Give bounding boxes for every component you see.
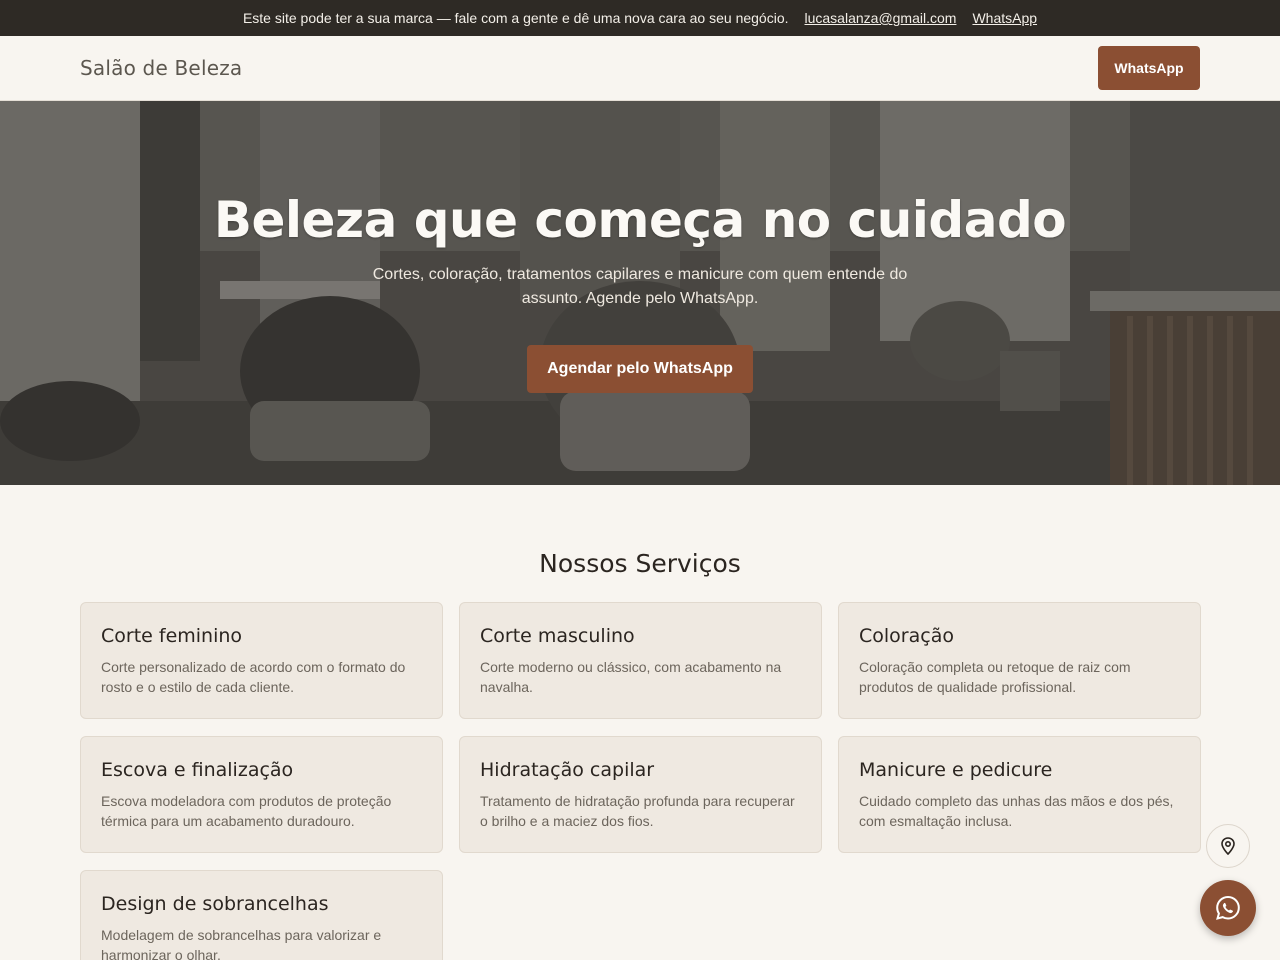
- site-header: Salão de Beleza WhatsApp: [0, 36, 1280, 101]
- service-title: Escova e finalização: [101, 759, 294, 781]
- service-card: Escova e finalização Escova modeladora c…: [80, 736, 443, 853]
- services-grid: Corte feminino Corte personalizado de ac…: [80, 602, 1201, 960]
- hero-section: Beleza que começa no cuidado Cortes, col…: [0, 101, 1280, 485]
- service-card: Hidratação capilar Tratamento de hidrata…: [459, 736, 822, 853]
- service-description: Tratamento de hidratação profunda para r…: [480, 793, 795, 829]
- service-card: Corte feminino Corte personalizado de ac…: [80, 602, 443, 719]
- service-description: Corte moderno ou clássico, com acabament…: [480, 659, 782, 695]
- announcement-bar: Este site pode ter a sua marca — fale co…: [0, 0, 1280, 36]
- service-description: Corte personalizado de acordo com o form…: [101, 659, 406, 695]
- service-card: Design de sobrancelhas Modelagem de sobr…: [80, 870, 443, 960]
- services-heading: Nossos Serviços: [539, 549, 741, 578]
- service-title: Hidratação capilar: [480, 759, 655, 781]
- location-button[interactable]: [1206, 824, 1250, 868]
- brand-name[interactable]: Salão de Beleza: [80, 56, 242, 80]
- services-section: Nossos Serviços Corte feminino Corte per…: [0, 549, 1280, 960]
- hero-title: Beleza que começa no cuidado: [213, 191, 1067, 249]
- map-pin-icon: [1221, 837, 1235, 855]
- hero-subtitle: Cortes, coloração, tratamentos capilares…: [372, 266, 908, 307]
- announcement-message: Este site pode ter a sua marca — fale co…: [242, 10, 789, 26]
- service-title: Coloração: [859, 625, 954, 647]
- service-description: Coloração completa ou retoque de raiz co…: [859, 659, 1131, 695]
- service-card: Coloração Coloração completa ou retoque …: [838, 602, 1201, 719]
- schedule-whatsapp-button[interactable]: Agendar pelo WhatsApp: [527, 345, 753, 393]
- service-title: Design de sobrancelhas: [101, 893, 329, 915]
- service-title: Manicure e pedicure: [859, 759, 1053, 781]
- service-card: Corte masculino Corte moderno ou clássic…: [459, 602, 822, 719]
- service-title: Corte masculino: [480, 625, 635, 647]
- service-description: Cuidado completo das unhas das mãos e do…: [859, 793, 1174, 829]
- service-title: Corte feminino: [101, 625, 243, 647]
- service-card: Manicure e pedicure Cuidado completo das…: [838, 736, 1201, 853]
- whatsapp-icon: [1216, 895, 1240, 920]
- service-description: Modelagem de sobrancelhas para valorizar…: [101, 927, 382, 960]
- whatsapp-float-button[interactable]: [1200, 880, 1256, 936]
- email-link[interactable]: lucasalanza@gmail.com: [805, 10, 957, 26]
- header-whatsapp-button[interactable]: WhatsApp: [1098, 46, 1200, 90]
- topbar-whatsapp-link[interactable]: WhatsApp: [972, 10, 1037, 26]
- service-description: Escova modeladora com produtos de proteç…: [101, 793, 392, 829]
